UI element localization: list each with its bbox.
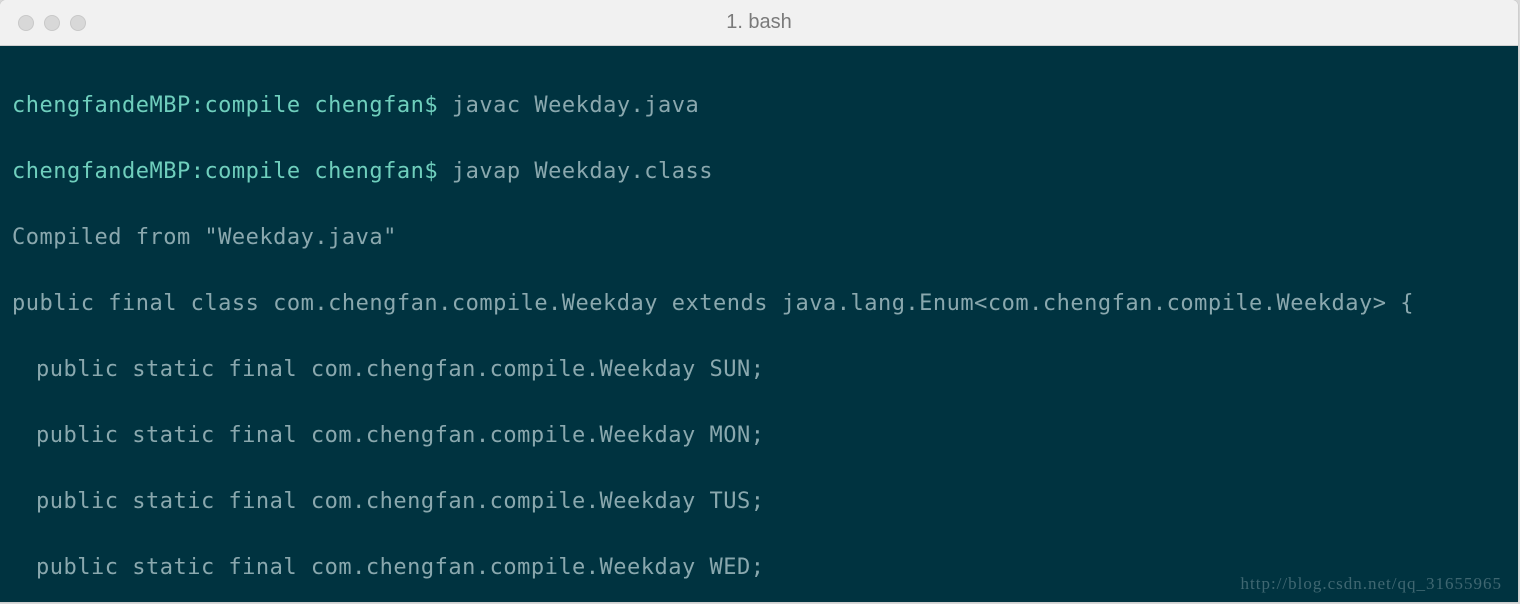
minimize-icon[interactable] [44, 15, 60, 31]
watermark-text: http://blog.csdn.net/qq_31655965 [1241, 571, 1503, 597]
output-member: public static final com.chengfan.compile… [12, 419, 1506, 452]
command-text: javap Weekday.class [452, 159, 713, 184]
output-member: public static final com.chengfan.compile… [12, 485, 1506, 518]
prompt-path: compile [204, 93, 300, 118]
output-class-declaration: public final class com.chengfan.compile.… [12, 287, 1506, 320]
prompt-path: compile [204, 159, 300, 184]
prompt-user: chengfan [314, 93, 424, 118]
terminal-window: 1. bash chengfandeMBP:compile chengfan$ … [0, 0, 1518, 602]
maximize-icon[interactable] [70, 15, 86, 31]
traffic-lights [0, 15, 86, 31]
command-line-2: chengfandeMBP:compile chengfan$ javap We… [12, 155, 1506, 188]
terminal-content[interactable]: chengfandeMBP:compile chengfan$ javac We… [0, 46, 1518, 602]
command-line-1: chengfandeMBP:compile chengfan$ javac We… [12, 89, 1506, 122]
output-member: public static final com.chengfan.compile… [12, 353, 1506, 386]
command-text: javac Weekday.java [452, 93, 699, 118]
output-compiled-from: Compiled from "Weekday.java" [12, 221, 1506, 254]
close-icon[interactable] [18, 15, 34, 31]
prompt-host: chengfandeMBP [12, 159, 191, 184]
titlebar: 1. bash [0, 0, 1518, 46]
prompt-user: chengfan [314, 159, 424, 184]
prompt-host: chengfandeMBP [12, 93, 191, 118]
window-title: 1. bash [726, 11, 792, 34]
